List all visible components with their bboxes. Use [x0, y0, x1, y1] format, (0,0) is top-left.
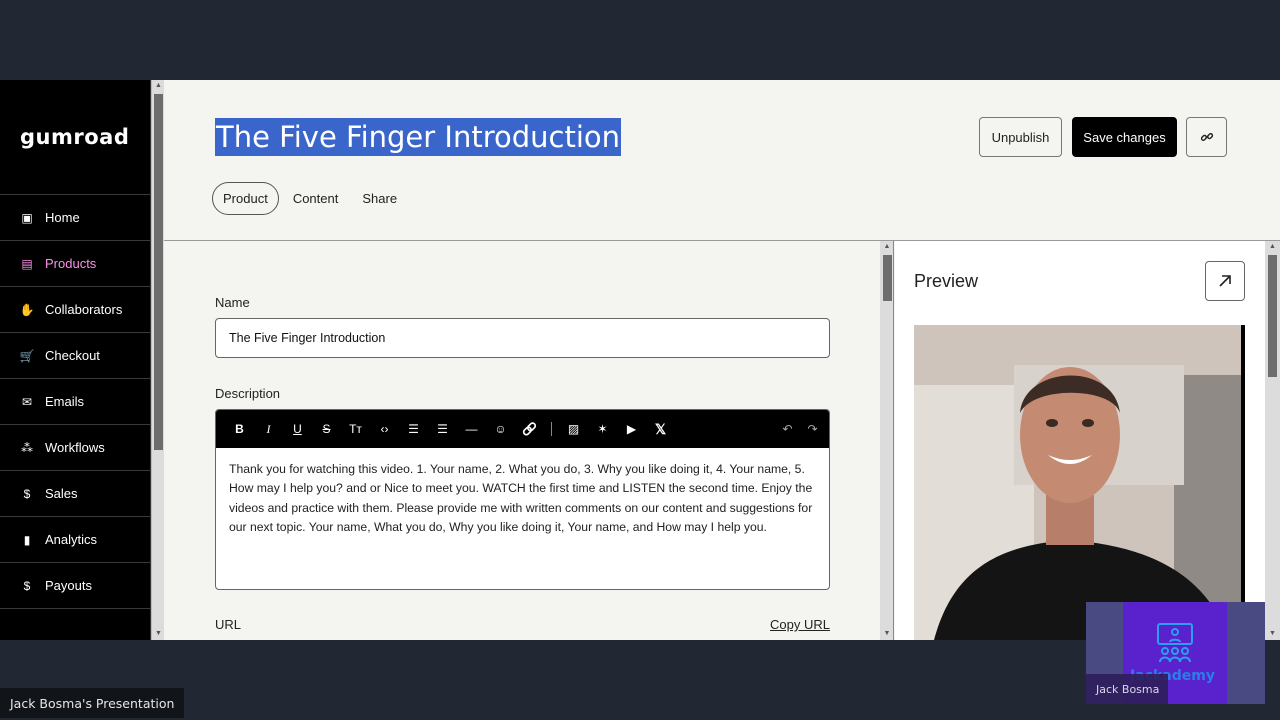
presentation-label: Jack Bosma's Presentation — [0, 688, 185, 718]
scrollbar-thumb[interactable] — [883, 255, 892, 301]
video-icon[interactable]: ▶ — [617, 417, 646, 441]
handshake-icon: ✋ — [19, 302, 35, 317]
form-scrollbar[interactable]: ▲ ▼ — [880, 241, 894, 640]
scroll-up-arrow[interactable]: ▲ — [1265, 241, 1280, 253]
description-editor: B I U S Tт ‹› ☰ ☰ — ☺ 🔗 ▨ ✶ ▶ 𝕏 ↶ ↷ Than… — [215, 409, 830, 590]
redo-icon[interactable]: ↷ — [800, 417, 825, 441]
sidebar-item-collaborators[interactable]: ✋ Collaborators — [0, 287, 150, 333]
sidebar-item-products[interactable]: ▤ Products — [0, 241, 150, 287]
bar-chart-icon: ▮ — [23, 532, 31, 547]
sidebar-item-label: Workflows — [45, 440, 105, 455]
product-tabs: Product Content Share — [212, 182, 411, 215]
sidebar-item-label: Payouts — [45, 578, 92, 593]
product-header: The Five Finger Introduction Unpublish S… — [164, 80, 1280, 241]
copy-url-link[interactable]: Copy URL — [770, 617, 830, 632]
save-changes-button[interactable]: Save changes — [1072, 117, 1177, 157]
sidebar-item-emails[interactable]: ✉ Emails — [0, 379, 150, 425]
participant-tile[interactable]: Jackademy Jack Bosma — [1086, 602, 1265, 704]
link-icon[interactable]: 🔗 — [515, 417, 544, 441]
sidebar-item-home[interactable]: ▣ Home — [0, 195, 150, 241]
numbered-list-icon[interactable]: ☰ — [428, 417, 457, 441]
scrollbar-thumb[interactable] — [1268, 255, 1277, 377]
underline-icon[interactable]: U — [283, 417, 312, 441]
text-size-icon[interactable]: Tт — [341, 417, 370, 441]
presenter-video-frame — [914, 325, 1241, 640]
tab-share[interactable]: Share — [352, 182, 407, 215]
description-label: Description — [215, 386, 281, 401]
twitter-x-icon[interactable]: 𝕏 — [646, 417, 675, 441]
participant-name: Jack Bosma — [1086, 674, 1168, 704]
preview-title: Preview — [914, 271, 979, 291]
sidebar-item-workflows[interactable]: ⁂ Workflows — [0, 425, 150, 471]
url-label: URL — [215, 617, 242, 632]
preview-pane: Preview — [895, 241, 1265, 640]
product-form: Name The Five Finger Introduction Descri… — [164, 241, 880, 640]
envelope-icon: ✉ — [21, 394, 33, 409]
gumroad-app: gumroad ▣ Home ▤ Products ✋ Collaborators 🛒 Che… — [0, 80, 1280, 640]
scroll-down-arrow[interactable]: ▼ — [1265, 628, 1280, 640]
description-text[interactable]: Thank you for watching this video. 1. Yo… — [216, 448, 829, 549]
sidebar-item-label: Products — [45, 256, 97, 271]
store-icon: ▣ — [21, 210, 33, 225]
editor-toolbar: B I U S Tт ‹› ☰ ☰ — ☺ 🔗 ▨ ✶ ▶ 𝕏 ↶ ↷ — [216, 410, 829, 448]
open-preview-button[interactable] — [1205, 261, 1245, 301]
archive-icon: ▤ — [21, 256, 33, 271]
arrow-up-right-icon — [1219, 275, 1231, 287]
horizontal-rule-icon[interactable]: — — [457, 417, 486, 441]
copy-link-button[interactable] — [1186, 117, 1227, 157]
scroll-up-arrow[interactable]: ▲ — [880, 241, 894, 253]
scrollbar-thumb[interactable] — [154, 94, 163, 450]
embed-icon[interactable]: ✶ — [588, 417, 617, 441]
link-icon — [1200, 133, 1213, 141]
name-input[interactable]: The Five Finger Introduction — [215, 318, 830, 358]
italic-icon[interactable]: I — [254, 417, 283, 441]
tab-product[interactable]: Product — [212, 182, 279, 215]
unpublish-button[interactable]: Unpublish — [979, 117, 1062, 157]
sidebar-item-analytics[interactable]: ▮ Analytics — [0, 517, 150, 563]
sidebar-item-label: Home — [45, 210, 80, 225]
cart-icon: 🛒 — [19, 348, 35, 363]
undo-icon[interactable]: ↶ — [775, 417, 800, 441]
tab-content[interactable]: Content — [283, 182, 349, 215]
gumroad-logo[interactable]: gumroad — [0, 80, 150, 195]
code-icon[interactable]: ‹› — [370, 417, 399, 441]
sidebar-item-label: Collaborators — [45, 302, 123, 317]
toolbar-separator — [551, 422, 552, 436]
sidebar-item-label: Checkout — [45, 348, 100, 363]
page-scrollbar[interactable]: ▲ ▼ — [151, 80, 164, 640]
bold-icon[interactable]: B — [225, 417, 254, 441]
sidebar: gumroad ▣ Home ▤ Products ✋ Collaborators 🛒 Che… — [0, 80, 151, 640]
bullet-list-icon[interactable]: ☰ — [399, 417, 428, 441]
dollar-circle-icon: $ — [23, 486, 31, 501]
sidebar-item-checkout[interactable]: 🛒 Checkout — [0, 333, 150, 379]
strikethrough-icon[interactable]: S — [312, 417, 341, 441]
page-title: The Five Finger Introduction — [215, 118, 622, 156]
sidebar-item-payouts[interactable]: $ Payouts — [0, 563, 150, 609]
comment-icon[interactable]: ☺ — [486, 417, 515, 441]
preview-video-thumbnail[interactable] — [914, 325, 1245, 640]
name-label: Name — [215, 295, 250, 310]
sidebar-item-label: Analytics — [45, 532, 98, 547]
image-icon[interactable]: ▨ — [559, 417, 588, 441]
sidebar-item-label: Emails — [45, 394, 85, 409]
preview-scrollbar[interactable]: ▲ ▼ — [1265, 241, 1280, 640]
sidebar-item-sales[interactable]: $ Sales — [0, 471, 150, 517]
dollar-circle-icon: $ — [23, 578, 31, 593]
classroom-icon — [1157, 623, 1193, 663]
sidebar-item-label: Sales — [45, 486, 78, 501]
scroll-down-arrow[interactable]: ▼ — [880, 628, 894, 640]
workflow-icon: ⁂ — [21, 440, 33, 455]
